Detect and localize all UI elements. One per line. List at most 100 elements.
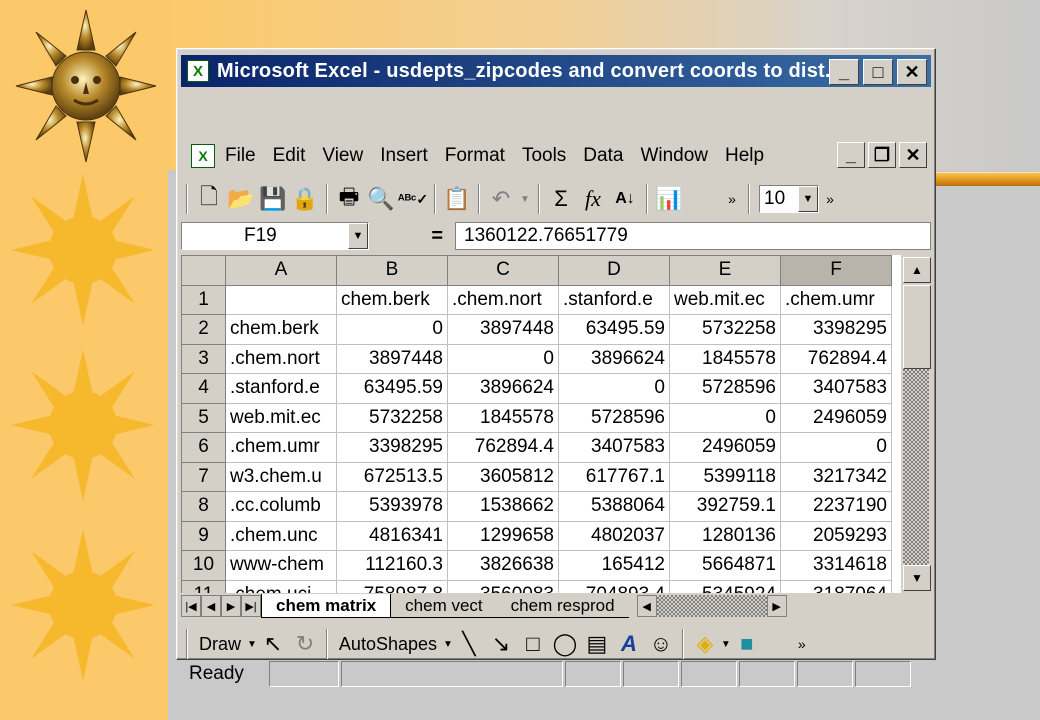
chevron-down-icon[interactable]: ▼ (348, 223, 368, 249)
function-icon[interactable]: fx (577, 183, 609, 215)
grid-cell[interactable]: 0 (447, 343, 559, 374)
text-box-icon[interactable]: ▤ (581, 628, 613, 660)
grid-cell[interactable]: chem.berk (225, 314, 337, 345)
grid-cell[interactable] (225, 284, 337, 315)
grid-cell[interactable]: .chem.nort (225, 343, 337, 374)
excel-app-icon[interactable]: X (187, 60, 209, 82)
row-header[interactable]: 6 (181, 432, 226, 463)
undo-dropdown-icon[interactable]: ▼ (517, 183, 533, 215)
grid-cell[interactable]: 3187064 (780, 579, 892, 593)
paste-icon[interactable]: 📋 (441, 183, 473, 215)
grid-cell[interactable]: 5345924 (669, 579, 781, 593)
grid-cell[interactable]: 63495.59 (558, 314, 670, 345)
grid-cell[interactable]: 1299658 (447, 520, 559, 551)
grid-cell[interactable]: 1280136 (669, 520, 781, 551)
grid-cell[interactable]: 0 (669, 402, 781, 433)
last-sheet-icon[interactable]: ▶| (241, 595, 261, 617)
undo-icon[interactable]: ↶ (485, 183, 517, 215)
grid-cell[interactable]: .chem.umr (780, 284, 892, 315)
3d-style-icon[interactable]: ■ (731, 628, 763, 660)
scroll-right-icon[interactable]: ▶ (766, 595, 787, 617)
toolbar-options-icon[interactable]: » (819, 183, 841, 215)
column-header[interactable]: E (669, 255, 781, 286)
grid-cell[interactable]: 758987.8 (336, 579, 448, 593)
grid-cell[interactable]: 3826638 (447, 550, 559, 581)
autosum-icon[interactable]: Σ (545, 183, 577, 215)
scroll-left-icon[interactable]: ◀ (636, 595, 657, 617)
horizontal-scrollbar[interactable]: ◀ ▶ (636, 594, 787, 618)
grid-cell[interactable]: 3896624 (447, 373, 559, 404)
grid-cell[interactable]: 762894.4 (780, 343, 892, 374)
chevron-down-icon[interactable]: ▼ (443, 639, 453, 650)
sort-ascending-icon[interactable]: A↓ (609, 183, 641, 215)
free-rotate-icon[interactable]: ↻ (289, 628, 321, 660)
menu-file[interactable]: File (225, 145, 256, 167)
grid-cell[interactable]: 672513.5 (336, 461, 448, 492)
sheet-tab-chem-matrix[interactable]: chem matrix (261, 594, 392, 618)
minimize-button[interactable]: _ (829, 59, 859, 85)
select-all-corner[interactable] (181, 255, 226, 286)
sheet-tab-chem-resprod[interactable]: chem resprod (496, 594, 629, 618)
grid-cell[interactable]: .stanford.e (558, 284, 670, 315)
grid-cell[interactable]: 3314618 (780, 550, 892, 581)
grid-cell[interactable]: 762894.4 (447, 432, 559, 463)
rectangle-icon[interactable]: □ (517, 628, 549, 660)
grid-cell[interactable]: 5732258 (669, 314, 781, 345)
line-icon[interactable]: ╲ (453, 628, 485, 660)
menu-data[interactable]: Data (583, 145, 623, 167)
chart-wizard-icon[interactable]: 📊 (653, 183, 685, 215)
menu-edit[interactable]: Edit (273, 145, 306, 167)
grid-cell[interactable]: 3398295 (336, 432, 448, 463)
open-folder-icon[interactable]: 📂 (225, 183, 257, 215)
grid-cell[interactable]: 5664871 (669, 550, 781, 581)
row-header[interactable]: 9 (181, 520, 226, 551)
print-icon[interactable]: 🖶 (333, 183, 365, 215)
chevron-down-icon[interactable]: ▼ (798, 186, 818, 212)
new-icon[interactable]: 🗋 (193, 183, 225, 215)
column-header[interactable]: A (225, 255, 337, 286)
grid-cell[interactable]: 2237190 (780, 491, 892, 522)
doc-minimize-button[interactable]: _ (837, 142, 865, 168)
row-header[interactable]: 10 (181, 550, 226, 581)
grid-cell[interactable]: 0 (558, 373, 670, 404)
grid-cell[interactable]: 3407583 (558, 432, 670, 463)
doc-restore-button[interactable]: ❐ (868, 142, 896, 168)
grid-cell[interactable]: 3398295 (780, 314, 892, 345)
grid-cell[interactable]: 112160.3 (336, 550, 448, 581)
menu-window[interactable]: Window (640, 145, 708, 167)
grid-cell[interactable]: 0 (780, 432, 892, 463)
oval-icon[interactable]: ◯ (549, 628, 581, 660)
column-header[interactable]: C (447, 255, 559, 286)
first-sheet-icon[interactable]: |◀ (181, 595, 201, 617)
grid-cell[interactable]: 704893.4 (558, 579, 670, 593)
grid-cell[interactable]: 165412 (558, 550, 670, 581)
grid-cell[interactable]: 2496059 (780, 402, 892, 433)
vertical-scrollbar[interactable]: ▲ ▼ (901, 255, 931, 593)
grid-cell[interactable]: web.mit.ec (225, 402, 337, 433)
next-sheet-icon[interactable]: ▶ (221, 595, 241, 617)
grid-cell[interactable]: 63495.59 (336, 373, 448, 404)
grid-cell[interactable]: 1538662 (447, 491, 559, 522)
menu-format[interactable]: Format (445, 145, 505, 167)
draw-menu-button[interactable]: Draw (199, 634, 241, 655)
sheet-tab-chem-vect[interactable]: chem vect (391, 594, 497, 618)
print-preview-icon[interactable]: 🔍 (365, 183, 397, 215)
grid-cell[interactable]: web.mit.ec (669, 284, 781, 315)
grid-cell[interactable]: 5388064 (558, 491, 670, 522)
toolbar-options-icon[interactable]: » (721, 183, 743, 215)
scroll-down-icon[interactable]: ▼ (903, 565, 931, 591)
close-button[interactable]: ✕ (897, 59, 927, 85)
worksheet-grid[interactable]: A B C D E F 1 chem.berk .chem.nort .stanfor… (181, 255, 901, 593)
font-size-select[interactable]: 10 ▼ (759, 185, 819, 213)
arrow-icon[interactable]: ↘ (485, 628, 517, 660)
grid-cell[interactable]: .chem.unc (225, 520, 337, 551)
column-header[interactable]: F (780, 255, 892, 286)
grid-cell[interactable]: 3605812 (447, 461, 559, 492)
title-bar[interactable]: X Microsoft Excel - usdepts_zipcodes and… (181, 55, 931, 87)
toolbar-options-icon[interactable]: » (791, 628, 813, 660)
grid-cell[interactable]: 3560083 (447, 579, 559, 593)
grid-cell[interactable]: 3897448 (336, 343, 448, 374)
grid-cell[interactable]: 392759.1 (669, 491, 781, 522)
row-header[interactable]: 2 (181, 314, 226, 345)
formula-input[interactable]: 1360122.76651779 (455, 222, 931, 250)
